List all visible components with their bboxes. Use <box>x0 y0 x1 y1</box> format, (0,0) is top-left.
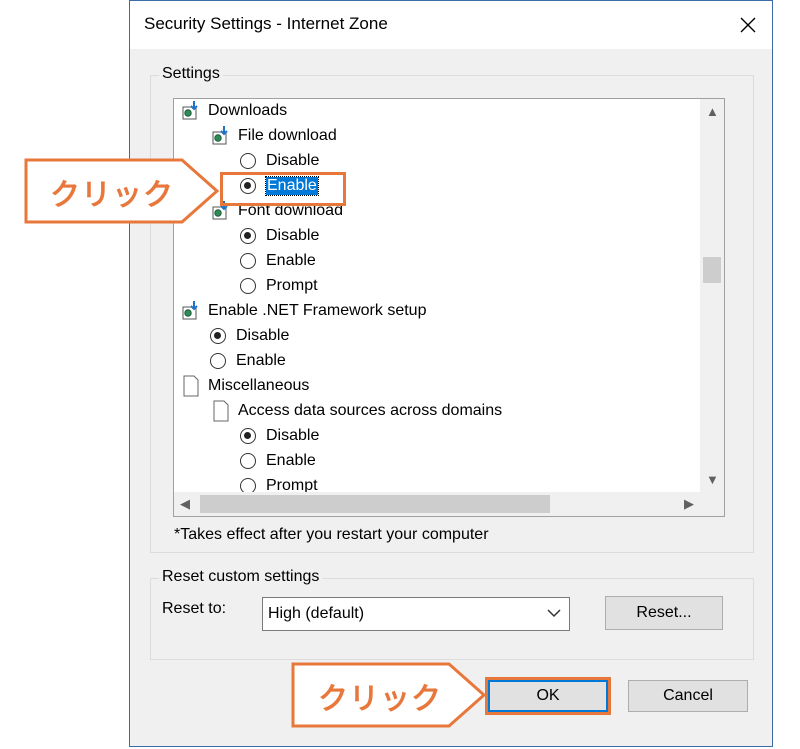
close-button[interactable] <box>730 7 766 43</box>
reset-to-value: High (default) <box>268 605 365 622</box>
radio-button-icon[interactable] <box>210 328 226 344</box>
restart-note: *Takes effect after you restart your com… <box>174 526 489 543</box>
tree-item-label: Disable <box>266 427 320 444</box>
vertical-scroll-thumb[interactable] <box>703 257 721 283</box>
settings-group-label: Settings <box>159 65 223 83</box>
tree-item-label: Enable <box>266 252 316 269</box>
scroll-up-arrow-icon[interactable]: ▲ <box>706 105 719 118</box>
radio-button-icon[interactable] <box>240 153 256 169</box>
tree-radio-option[interactable]: Disable <box>240 224 319 248</box>
tree-item-label: Enable <box>236 352 286 369</box>
enable-highlight-box <box>220 172 346 206</box>
reset-to-dropdown[interactable]: High (default) <box>262 597 570 631</box>
reset-group-label: Reset custom settings <box>159 568 323 586</box>
tree-item-label: Access data sources across domains <box>238 402 503 419</box>
reset-button[interactable]: Reset... <box>605 596 723 630</box>
cancel-button[interactable]: Cancel <box>628 680 748 712</box>
radio-button-icon[interactable] <box>240 278 256 294</box>
close-icon <box>740 17 756 33</box>
tree-item-label: Prompt <box>266 277 318 294</box>
tree-radio-option[interactable]: Disable <box>240 424 319 448</box>
enable-callout-text: クリック <box>50 178 174 213</box>
tree-radio-option[interactable]: Prompt <box>240 274 318 298</box>
tree-category: Enable .NET Framework setup <box>180 299 426 323</box>
chevron-down-icon <box>547 609 561 618</box>
tree-item-label: Downloads <box>208 102 288 119</box>
tree-radio-option[interactable]: Enable <box>210 349 286 373</box>
tree-category: File download <box>210 124 337 148</box>
tree-category: Miscellaneous <box>180 374 309 398</box>
ok-highlight-box <box>485 677 611 715</box>
settings-gear-icon <box>210 125 232 147</box>
radio-button-icon[interactable] <box>240 478 256 492</box>
scroll-right-arrow-icon[interactable]: ▶ <box>684 497 694 510</box>
tree-category: Downloads <box>180 99 287 123</box>
radio-button-icon[interactable] <box>210 353 226 369</box>
dialog-title: Security Settings - Internet Zone <box>144 14 388 33</box>
tree-radio-option[interactable]: Disable <box>210 324 289 348</box>
settings-tree-content: Downloads File download Disable Enable Font … <box>174 99 700 492</box>
tree-item-label: Disable <box>236 327 290 344</box>
tree-item-label: Disable <box>266 227 320 244</box>
scrollbar-corner <box>700 492 724 516</box>
tree-item-label: Prompt <box>266 477 318 492</box>
scroll-left-arrow-icon[interactable]: ◀ <box>180 497 190 510</box>
tree-item-label: Disable <box>266 152 320 169</box>
radio-button-icon[interactable] <box>240 428 256 444</box>
radio-button-icon[interactable] <box>240 453 256 469</box>
horizontal-scroll-thumb[interactable] <box>200 495 550 513</box>
ok-callout-text: クリック <box>318 682 442 717</box>
settings-tree[interactable]: Downloads File download Disable Enable Font … <box>173 98 725 517</box>
tree-category: Access data sources across domains <box>210 399 502 423</box>
reset-to-label: Reset to: <box>162 600 227 617</box>
radio-button-icon[interactable] <box>240 253 256 269</box>
tree-radio-option[interactable]: Prompt <box>240 474 318 492</box>
tree-radio-option[interactable]: Disable <box>240 149 319 173</box>
horizontal-scrollbar[interactable]: ◀ ▶ <box>174 492 700 516</box>
title-bar: Security Settings - Internet Zone <box>130 1 772 49</box>
scroll-down-arrow-icon[interactable]: ▼ <box>706 473 719 486</box>
document-icon <box>180 375 202 397</box>
tree-item-label: Enable <box>266 452 316 469</box>
tree-item-label: File download <box>238 127 337 144</box>
tree-item-label: Enable .NET Framework setup <box>208 302 427 319</box>
settings-gear-icon <box>180 100 202 122</box>
settings-gear-icon <box>180 300 202 322</box>
document-icon <box>210 400 232 422</box>
tree-radio-option[interactable]: Enable <box>240 249 316 273</box>
tree-radio-option[interactable]: Enable <box>240 449 316 473</box>
tree-item-label: Miscellaneous <box>208 377 310 394</box>
radio-button-icon[interactable] <box>240 228 256 244</box>
vertical-scrollbar[interactable]: ▲ ▼ <box>700 99 724 492</box>
